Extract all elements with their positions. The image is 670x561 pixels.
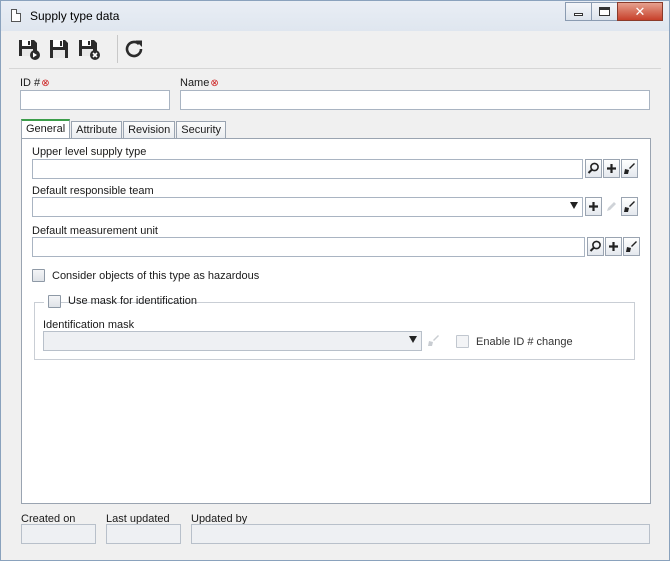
measurement-unit-label: Default measurement unit	[32, 225, 158, 237]
maximize-button[interactable]	[591, 2, 618, 21]
identification-mask-select[interactable]	[43, 331, 422, 351]
minimize-button[interactable]	[565, 2, 592, 21]
tab-general[interactable]: General	[21, 119, 71, 139]
tab-attribute[interactable]: Attribute	[71, 121, 123, 139]
responsible-team-add-button[interactable]	[585, 197, 602, 216]
responsible-team-select[interactable]	[32, 197, 583, 217]
save-and-close-icon	[79, 40, 100, 60]
dropdown-arrow-icon	[409, 336, 417, 343]
refresh-icon	[125, 40, 143, 58]
id-input[interactable]	[20, 90, 170, 110]
updated-by-field	[191, 524, 650, 544]
hazardous-checkbox[interactable]	[32, 269, 45, 282]
use-mask-checkbox[interactable]	[48, 295, 61, 308]
eraser-brush-icon	[624, 163, 635, 174]
save-icon	[50, 40, 68, 58]
pencil-icon	[607, 202, 616, 211]
hazardous-label: Consider objects of this type as hazardo…	[52, 270, 260, 282]
id-required-icon: ⊗	[41, 78, 50, 89]
responsible-team-label: Default responsible team	[32, 185, 154, 197]
enable-id-change-label: Enable ID # change	[476, 336, 573, 348]
identification-mask-label: Identification mask	[43, 319, 135, 331]
upper-level-clear-button[interactable]	[621, 159, 638, 178]
toolbar	[9, 31, 661, 69]
responsible-team-clear-button[interactable]	[621, 197, 638, 216]
search-icon	[589, 240, 601, 252]
supply-type-window: Supply type data ✕ ID #⊗ Name⊗ General A…	[0, 0, 670, 561]
last-updated-field	[106, 524, 181, 544]
measurement-unit-search-button[interactable]	[587, 237, 604, 256]
minimize-icon	[574, 13, 583, 16]
name-label: Name⊗	[180, 77, 219, 89]
measurement-unit-clear-button[interactable]	[623, 237, 640, 256]
window-controls: ✕	[565, 2, 663, 21]
refresh-button[interactable]	[122, 37, 146, 61]
id-label-text: ID #	[20, 77, 41, 89]
plus-icon	[589, 202, 598, 211]
responsible-team-edit-button[interactable]	[603, 197, 620, 216]
dropdown-arrow-icon	[570, 202, 578, 209]
save-and-new-button[interactable]	[17, 37, 41, 61]
name-input[interactable]	[180, 90, 650, 110]
tab-bar: General Attribute Revision Security	[21, 119, 227, 139]
save-button[interactable]	[47, 37, 71, 61]
toolbar-separator	[117, 35, 118, 63]
name-required-icon: ⊗	[210, 78, 219, 89]
maximize-icon	[599, 7, 610, 16]
close-button[interactable]: ✕	[617, 2, 663, 21]
id-label: ID #⊗	[20, 77, 50, 89]
tab-security[interactable]: Security	[176, 121, 227, 139]
upper-level-search-button[interactable]	[585, 159, 602, 178]
plus-icon	[609, 242, 618, 251]
plus-icon	[607, 164, 616, 173]
eraser-brush-icon	[624, 201, 635, 212]
measurement-unit-input[interactable]	[32, 237, 585, 257]
document-icon	[11, 9, 21, 22]
save-and-new-icon	[19, 40, 40, 60]
window-title: Supply type data	[30, 9, 120, 23]
eraser-brush-icon	[428, 335, 439, 346]
tab-revision[interactable]: Revision	[123, 121, 176, 139]
enable-id-change-checkbox[interactable]	[456, 335, 469, 348]
upper-level-add-button[interactable]	[603, 159, 620, 178]
created-on-field	[21, 524, 96, 544]
search-icon	[587, 162, 599, 174]
use-mask-label: Use mask for identification	[68, 295, 197, 307]
identification-mask-clear-button[interactable]	[425, 331, 442, 350]
measurement-unit-add-button[interactable]	[605, 237, 622, 256]
title-bar[interactable]: Supply type data ✕	[1, 1, 669, 31]
name-label-text: Name	[180, 77, 210, 89]
upper-level-input[interactable]	[32, 159, 583, 179]
save-and-close-button[interactable]	[77, 37, 101, 61]
eraser-brush-icon	[626, 241, 637, 252]
close-icon: ✕	[634, 4, 646, 19]
upper-level-label: Upper level supply type	[32, 146, 147, 158]
